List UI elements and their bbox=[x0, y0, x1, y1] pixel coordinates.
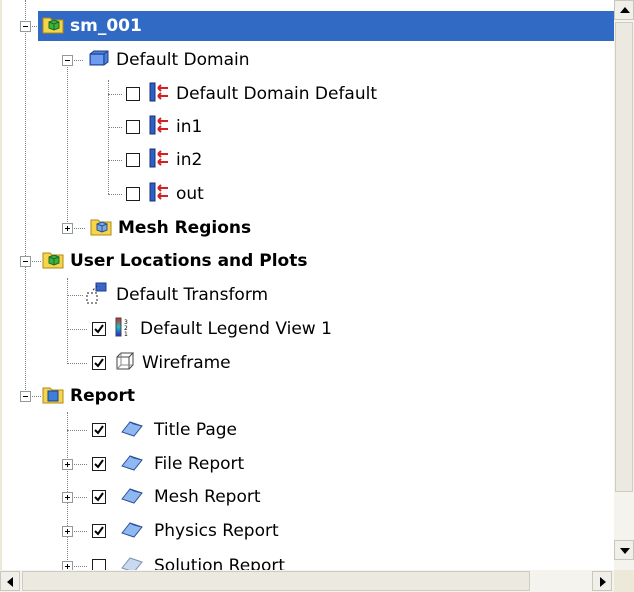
scroll-left-button[interactable] bbox=[0, 571, 20, 591]
tree-row-default-domain[interactable]: Default Domain bbox=[2, 44, 614, 76]
visibility-checkbox[interactable] bbox=[126, 120, 140, 134]
tree-item-label: Default Domain bbox=[116, 50, 250, 70]
outline-tree: sm_001 Default Domain Default Domain Def… bbox=[2, 0, 614, 570]
collapse-toggle[interactable] bbox=[20, 256, 31, 267]
horizontal-scroll-thumb[interactable] bbox=[22, 571, 530, 591]
tree-row-boundary[interactable]: in1 bbox=[2, 111, 614, 143]
tree-row-report-item[interactable]: Title Page bbox=[2, 414, 614, 446]
vertical-scroll-thumb[interactable] bbox=[615, 22, 633, 492]
tree-row-boundary[interactable]: Default Domain Default bbox=[2, 78, 614, 110]
report-page-icon bbox=[120, 554, 144, 570]
tree-item-label: Title Page bbox=[154, 420, 237, 440]
tree-item-label: Report bbox=[70, 386, 135, 406]
expand-toggle[interactable] bbox=[62, 561, 73, 570]
mesh-folder-icon bbox=[90, 216, 112, 240]
wireframe-cube-icon bbox=[114, 351, 136, 375]
tree-item-label: Wireframe bbox=[142, 353, 231, 373]
arrow-right-icon bbox=[600, 577, 606, 587]
tree-row-report[interactable]: Report bbox=[2, 380, 614, 412]
tree-item-label: Mesh Report bbox=[154, 487, 261, 507]
arrow-down-icon bbox=[620, 548, 630, 554]
legend-icon: 321 bbox=[114, 316, 134, 342]
tree-item-label: Physics Report bbox=[154, 521, 279, 541]
transform-icon bbox=[84, 281, 110, 309]
visibility-checkbox[interactable] bbox=[126, 87, 140, 101]
boundary-arrows-icon bbox=[148, 114, 170, 140]
collapse-toggle[interactable] bbox=[20, 21, 31, 32]
visibility-checkbox[interactable] bbox=[92, 423, 106, 437]
visibility-checkbox[interactable] bbox=[92, 457, 106, 471]
visibility-checkbox[interactable] bbox=[92, 559, 106, 570]
scrollbar-corner bbox=[614, 570, 634, 592]
tree-item-label: User Locations and Plots bbox=[70, 251, 308, 271]
expand-toggle[interactable] bbox=[62, 492, 73, 503]
tree-row-boundary[interactable]: in2 bbox=[2, 144, 614, 176]
tree-panel[interactable]: sm_001 Default Domain Default Domain Def… bbox=[2, 0, 614, 570]
green-cube-folder-icon bbox=[42, 14, 64, 38]
tree-row-boundary[interactable]: out bbox=[2, 178, 614, 210]
boundary-arrows-icon bbox=[148, 181, 170, 207]
tree-item-label: Default Legend View 1 bbox=[140, 319, 332, 339]
tree-row-mesh-regions[interactable]: Mesh Regions bbox=[2, 212, 614, 244]
visibility-checkbox[interactable] bbox=[92, 524, 106, 538]
tree-row-sm-001[interactable]: sm_001 bbox=[2, 10, 614, 42]
collapse-toggle[interactable] bbox=[62, 55, 73, 66]
report-page-icon bbox=[120, 452, 144, 476]
tree-item-label: in2 bbox=[176, 150, 203, 170]
arrow-left-icon bbox=[7, 577, 13, 587]
tree-item-label: File Report bbox=[154, 454, 245, 474]
visibility-checkbox[interactable] bbox=[126, 153, 140, 167]
tree-item-label: sm_001 bbox=[70, 16, 142, 36]
visibility-checkbox[interactable] bbox=[92, 356, 106, 370]
report-page-icon bbox=[120, 485, 144, 509]
green-folder-icon bbox=[42, 249, 64, 273]
report-page-icon bbox=[120, 519, 144, 543]
tree-item-label: Default Transform bbox=[116, 285, 269, 305]
scroll-right-button[interactable] bbox=[592, 571, 612, 591]
tree-row-report-item[interactable]: Mesh Report bbox=[2, 481, 614, 513]
blue-box-icon bbox=[88, 49, 110, 71]
boundary-arrows-icon bbox=[148, 147, 170, 173]
arrow-up-icon bbox=[620, 7, 630, 13]
tree-item-label: in1 bbox=[176, 117, 203, 137]
tree-row-user-locations[interactable]: User Locations and Plots bbox=[2, 245, 614, 277]
vertical-scrollbar[interactable] bbox=[614, 0, 634, 570]
tree-row-default-transform[interactable]: Default Transform bbox=[2, 279, 614, 311]
tree-row-default-legend[interactable]: 321 Default Legend View 1 bbox=[2, 313, 614, 345]
tree-item-label: out bbox=[176, 184, 204, 204]
scroll-down-button[interactable] bbox=[614, 540, 634, 560]
tree-row-report-item[interactable]: File Report bbox=[2, 448, 614, 480]
report-page-icon bbox=[120, 418, 144, 442]
expand-toggle[interactable] bbox=[62, 223, 73, 234]
tree-row-wireframe[interactable]: Wireframe bbox=[2, 347, 614, 379]
boundary-arrows-icon bbox=[148, 81, 170, 107]
scroll-up-button[interactable] bbox=[614, 0, 634, 20]
visibility-checkbox[interactable] bbox=[92, 322, 106, 336]
expand-toggle[interactable] bbox=[62, 526, 73, 537]
report-folder-icon bbox=[42, 384, 64, 408]
tree-item-label: Solution Report bbox=[154, 556, 286, 570]
collapse-toggle[interactable] bbox=[20, 391, 31, 402]
tree-item-label: Mesh Regions bbox=[118, 218, 252, 238]
visibility-checkbox[interactable] bbox=[92, 490, 106, 504]
horizontal-scrollbar[interactable] bbox=[0, 570, 614, 592]
tree-item-label: Default Domain Default bbox=[176, 84, 378, 104]
tree-row-report-item[interactable]: Solution Report bbox=[2, 550, 614, 570]
svg-text:1: 1 bbox=[124, 331, 128, 338]
expand-toggle[interactable] bbox=[62, 459, 73, 470]
visibility-checkbox[interactable] bbox=[126, 187, 140, 201]
tree-row-report-item[interactable]: Physics Report bbox=[2, 515, 614, 547]
